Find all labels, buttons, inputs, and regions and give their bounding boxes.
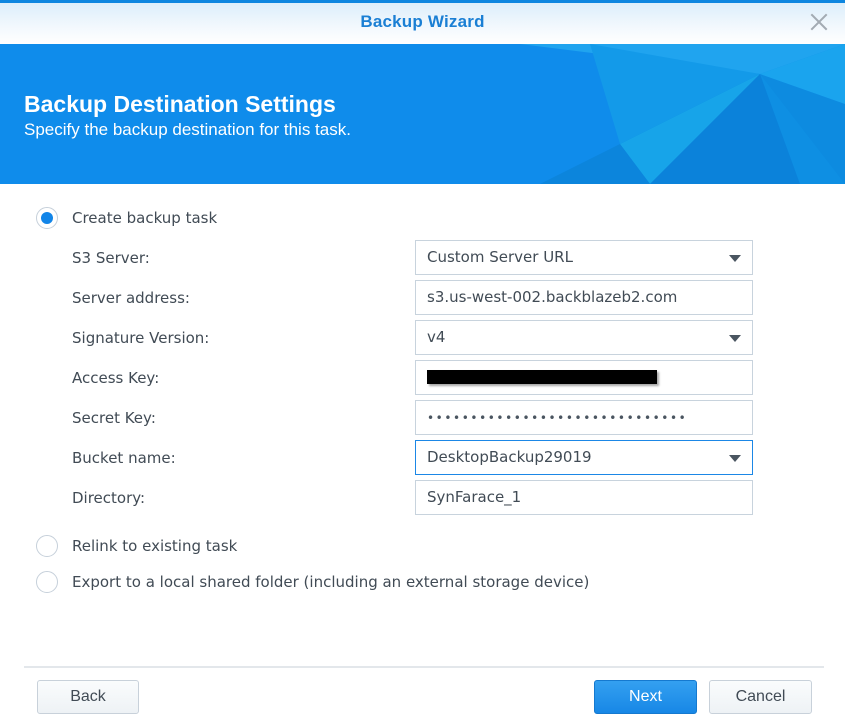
radio-button-checked-icon[interactable]: [36, 207, 58, 229]
redacted-access-key: [427, 370, 657, 384]
radio-label: Relink to existing task: [72, 537, 238, 555]
secret-key-label: Secret Key:: [72, 409, 156, 427]
radio-label: Create backup task: [72, 209, 218, 227]
directory-label: Directory:: [72, 489, 146, 507]
dropdown-arrow-icon: [729, 335, 741, 342]
radio-relink-existing-task[interactable]: Relink to existing task: [36, 535, 237, 557]
bucket-name-select[interactable]: DesktopBackup29019: [415, 440, 753, 475]
backup-wizard-dialog: Backup Wizard Backup Destination Setting…: [0, 0, 845, 724]
secret-key-masked-value: ••••••••••••••••••••••••••••••: [427, 411, 688, 425]
signature-version-select[interactable]: v4: [415, 320, 753, 355]
bucket-name-label: Bucket name:: [72, 449, 176, 467]
cancel-button[interactable]: Cancel: [709, 680, 812, 714]
directory-field[interactable]: [415, 480, 753, 515]
server-address-field[interactable]: [415, 280, 753, 315]
bucket-name-value: DesktopBackup29019: [427, 448, 592, 466]
radio-create-backup-task[interactable]: Create backup task: [36, 207, 217, 229]
signature-version-value: v4: [427, 328, 446, 346]
radio-export-local-shared-folder[interactable]: Export to a local shared folder (includi…: [36, 571, 589, 593]
back-button[interactable]: Back: [37, 680, 139, 714]
signature-version-label: Signature Version:: [72, 329, 210, 347]
s3-server-label: S3 Server:: [72, 249, 150, 267]
banner-subtitle: Specify the backup destination for this …: [24, 120, 351, 139]
secret-key-field[interactable]: ••••••••••••••••••••••••••••••: [415, 400, 753, 435]
dropdown-arrow-icon: [729, 455, 741, 462]
footer-divider: [24, 666, 824, 668]
radio-label: Export to a local shared folder (includi…: [72, 573, 590, 591]
access-key-label: Access Key:: [72, 369, 160, 387]
s3-server-select[interactable]: Custom Server URL: [415, 240, 753, 275]
banner-title: Backup Destination Settings: [24, 91, 336, 117]
window-title: Backup Wizard: [360, 12, 485, 31]
title-bar[interactable]: Backup Wizard: [0, 0, 845, 44]
radio-button-unchecked-icon[interactable]: [36, 571, 58, 593]
directory-input[interactable]: [427, 481, 752, 514]
dropdown-arrow-icon: [729, 255, 741, 262]
s3-server-value: Custom Server URL: [427, 248, 573, 266]
close-icon: [810, 13, 828, 31]
server-address-input[interactable]: [427, 281, 752, 314]
close-button[interactable]: [809, 12, 829, 32]
server-address-label: Server address:: [72, 289, 190, 307]
access-key-field[interactable]: [415, 360, 753, 395]
header-banner: Backup Destination Settings Specify the …: [0, 44, 845, 184]
next-button[interactable]: Next: [594, 680, 697, 714]
radio-button-unchecked-icon[interactable]: [36, 535, 58, 557]
